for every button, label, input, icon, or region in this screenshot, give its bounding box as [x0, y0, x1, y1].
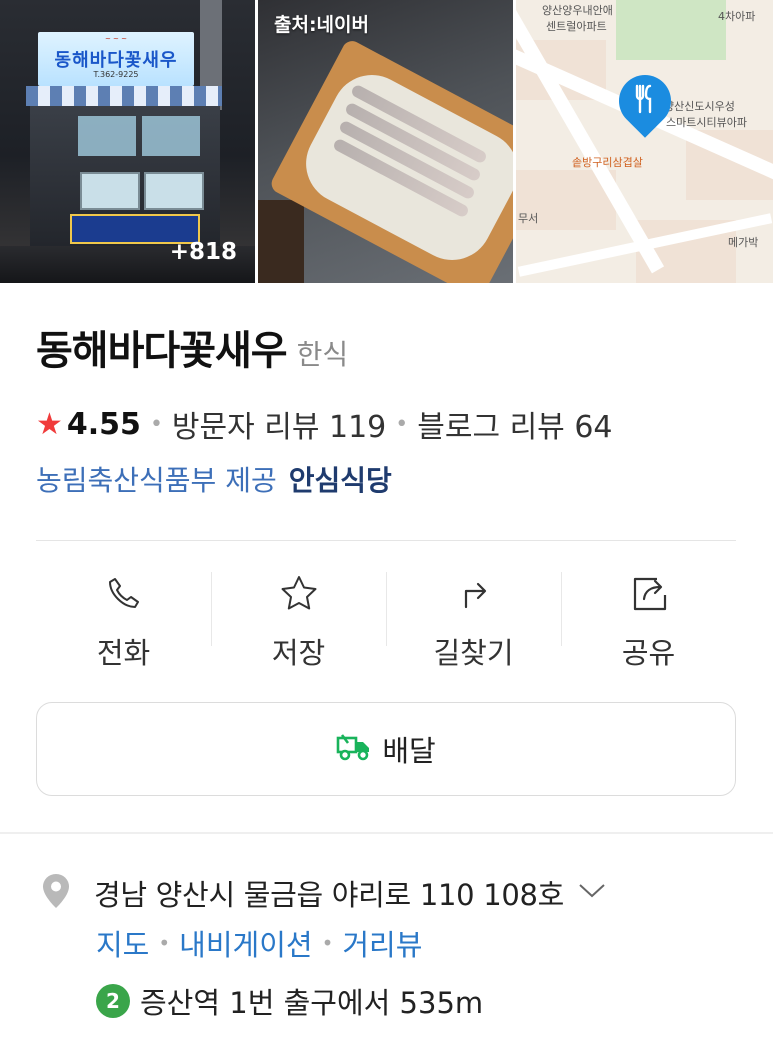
- street-view-link[interactable]: 거리뷰: [342, 922, 422, 964]
- separator-dot: •: [149, 411, 163, 437]
- rating-row: ★ 4.55 • 방문자 리뷰 119 • 블로그 리뷰 64: [36, 402, 613, 446]
- subway-info: 2 증산역 1번 출구에서 535m: [96, 980, 483, 1022]
- directions-icon: [453, 572, 495, 614]
- map-label: 4차아파: [718, 10, 756, 23]
- map-label: 양산신도시우성: [664, 100, 735, 113]
- fish-tank: [144, 172, 204, 210]
- delivery-truck-icon: [336, 732, 372, 766]
- map-label: 메가박: [728, 236, 759, 249]
- shop-window: [78, 116, 136, 156]
- map-label: 양산양우내안애: [542, 4, 613, 17]
- share-button[interactable]: 공유: [561, 566, 736, 676]
- photo-strip: ~ ~ ~ 동해바다꽃새우 T.362-9225 +818 출처:네이버 양산양…: [0, 0, 773, 283]
- separator-dot: •: [158, 931, 171, 955]
- map-thumbnail[interactable]: 양산양우내안애 센트럴아파트 4차아파 양산신도시우성 스마트시티뷰아파 솥방구…: [516, 0, 773, 283]
- sign-phone: T.362-9225: [93, 70, 139, 79]
- side-dish: [258, 200, 304, 283]
- navigation-link[interactable]: 내비게이션: [179, 922, 312, 964]
- storefront-sign: ~ ~ ~ 동해바다꽃새우 T.362-9225: [38, 32, 194, 86]
- directions-button[interactable]: 길찾기: [386, 566, 561, 676]
- map-label: 스마트시티뷰아파: [666, 116, 747, 129]
- provider-row: 농림축산식품부 제공 안심식당: [36, 459, 392, 499]
- address-links: 지도 • 내비게이션 • 거리뷰: [96, 922, 422, 964]
- blog-reviews-link[interactable]: 블로그 리뷰 64: [417, 402, 612, 446]
- photo-source-label: 출처:네이버: [274, 14, 369, 36]
- save-label: 저장: [271, 636, 326, 670]
- map-link[interactable]: 지도: [96, 922, 149, 964]
- chevron-down-icon[interactable]: [578, 882, 606, 904]
- directions-label: 길찾기: [433, 636, 514, 670]
- location-pin-icon: [40, 872, 72, 914]
- star-icon: [278, 572, 320, 614]
- call-button[interactable]: 전화: [36, 566, 211, 676]
- place-name: 동해바다꽃새우: [36, 328, 288, 374]
- delivery-label: 배달: [382, 734, 436, 768]
- phone-icon: [103, 572, 145, 614]
- action-bar: 전화 저장 길찾기 공유: [36, 566, 736, 676]
- address-row[interactable]: 경남 양산시 물금읍 야리로 110 108호: [40, 872, 606, 914]
- storefront-photo[interactable]: ~ ~ ~ 동해바다꽃새우 T.362-9225 +818: [0, 0, 255, 283]
- fish-tank: [80, 172, 140, 210]
- safe-restaurant-badge: 안심식당: [288, 464, 392, 497]
- share-label: 공유: [621, 636, 676, 670]
- share-icon: [628, 572, 670, 614]
- divider: [36, 540, 736, 541]
- map-label: 무서: [518, 212, 539, 225]
- map-label-restaurant: 솥방구리삼겹살: [572, 156, 643, 169]
- provider-link[interactable]: 농림축산식품부 제공: [36, 459, 277, 499]
- sign-title: 동해바다꽃새우: [54, 50, 178, 71]
- more-photos-count[interactable]: +818: [170, 239, 237, 265]
- map-label: 센트럴아파트: [546, 20, 607, 33]
- place-header: 동해바다꽃새우 한식: [36, 318, 348, 376]
- rating-score: 4.55: [66, 406, 141, 442]
- section-divider: [0, 832, 773, 834]
- shop-window: [142, 116, 200, 156]
- rating-star-icon: ★: [36, 406, 63, 442]
- subway-line-badge: 2: [96, 984, 130, 1018]
- food-photo[interactable]: 출처:네이버: [258, 0, 513, 283]
- storefront-awning: [26, 86, 222, 106]
- sign-slogan: ~ ~ ~: [104, 35, 128, 43]
- separator-dot: •: [321, 931, 334, 955]
- delivery-button[interactable]: 배달: [36, 702, 736, 796]
- place-category: 한식: [296, 338, 349, 371]
- address-text: 경남 양산시 물금읍 야리로 110 108호: [94, 878, 565, 912]
- save-button[interactable]: 저장: [211, 566, 386, 676]
- fork-knife-icon: [633, 84, 657, 114]
- visitor-reviews-link[interactable]: 방문자 리뷰 119: [172, 402, 386, 446]
- map-park: [616, 0, 726, 60]
- separator-dot: •: [395, 411, 409, 437]
- subway-distance: 증산역 1번 출구에서 535m: [140, 986, 484, 1020]
- call-label: 전화: [96, 636, 151, 670]
